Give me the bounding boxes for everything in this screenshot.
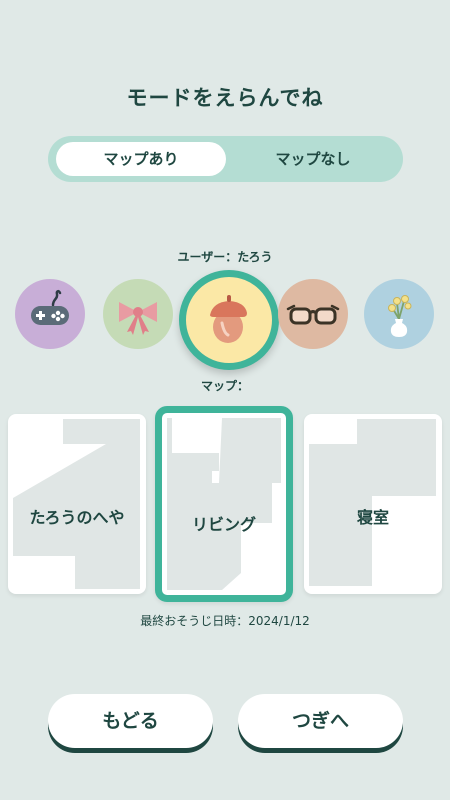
last-cleaned-date: 最終おそうじ日時：2024/1/12 <box>140 614 310 628</box>
map-card-name: たろうのへや <box>29 508 125 527</box>
next-button[interactable]: つぎへ <box>238 694 403 748</box>
map-card-name: リビング <box>191 515 256 534</box>
user-label: ユーザー：たろう <box>177 250 273 264</box>
mode-toggle: マップあり マップなし <box>48 136 403 182</box>
page-title: モードをえらんでね <box>126 86 324 110</box>
mode-option-without-map[interactable]: マップなし <box>228 142 398 176</box>
mode-option-with-map[interactable]: マップあり <box>56 142 226 176</box>
avatar-gamepad[interactable] <box>15 279 85 349</box>
map-card-taro-room[interactable]: たろうのへや <box>8 414 146 594</box>
avatar-acorn[interactable] <box>179 270 279 370</box>
floorplan-thumbnail <box>167 418 281 590</box>
glasses-icon <box>286 304 340 325</box>
avatar-ribbon[interactable] <box>103 279 173 349</box>
map-card-name: 寝室 <box>356 508 389 527</box>
avatar-flower-vase[interactable] <box>364 279 434 349</box>
map-card-living[interactable]: リビング <box>155 406 293 602</box>
gamepad-icon <box>31 289 69 325</box>
back-button[interactable]: もどる <box>48 694 213 748</box>
flower-vase-icon <box>388 295 412 337</box>
avatar-glasses[interactable] <box>278 279 348 349</box>
map-card-bedroom[interactable]: 寝室 <box>304 414 442 594</box>
map-label: マップ： <box>200 379 249 393</box>
acorn-icon <box>210 295 247 343</box>
ribbon-icon <box>119 302 157 335</box>
